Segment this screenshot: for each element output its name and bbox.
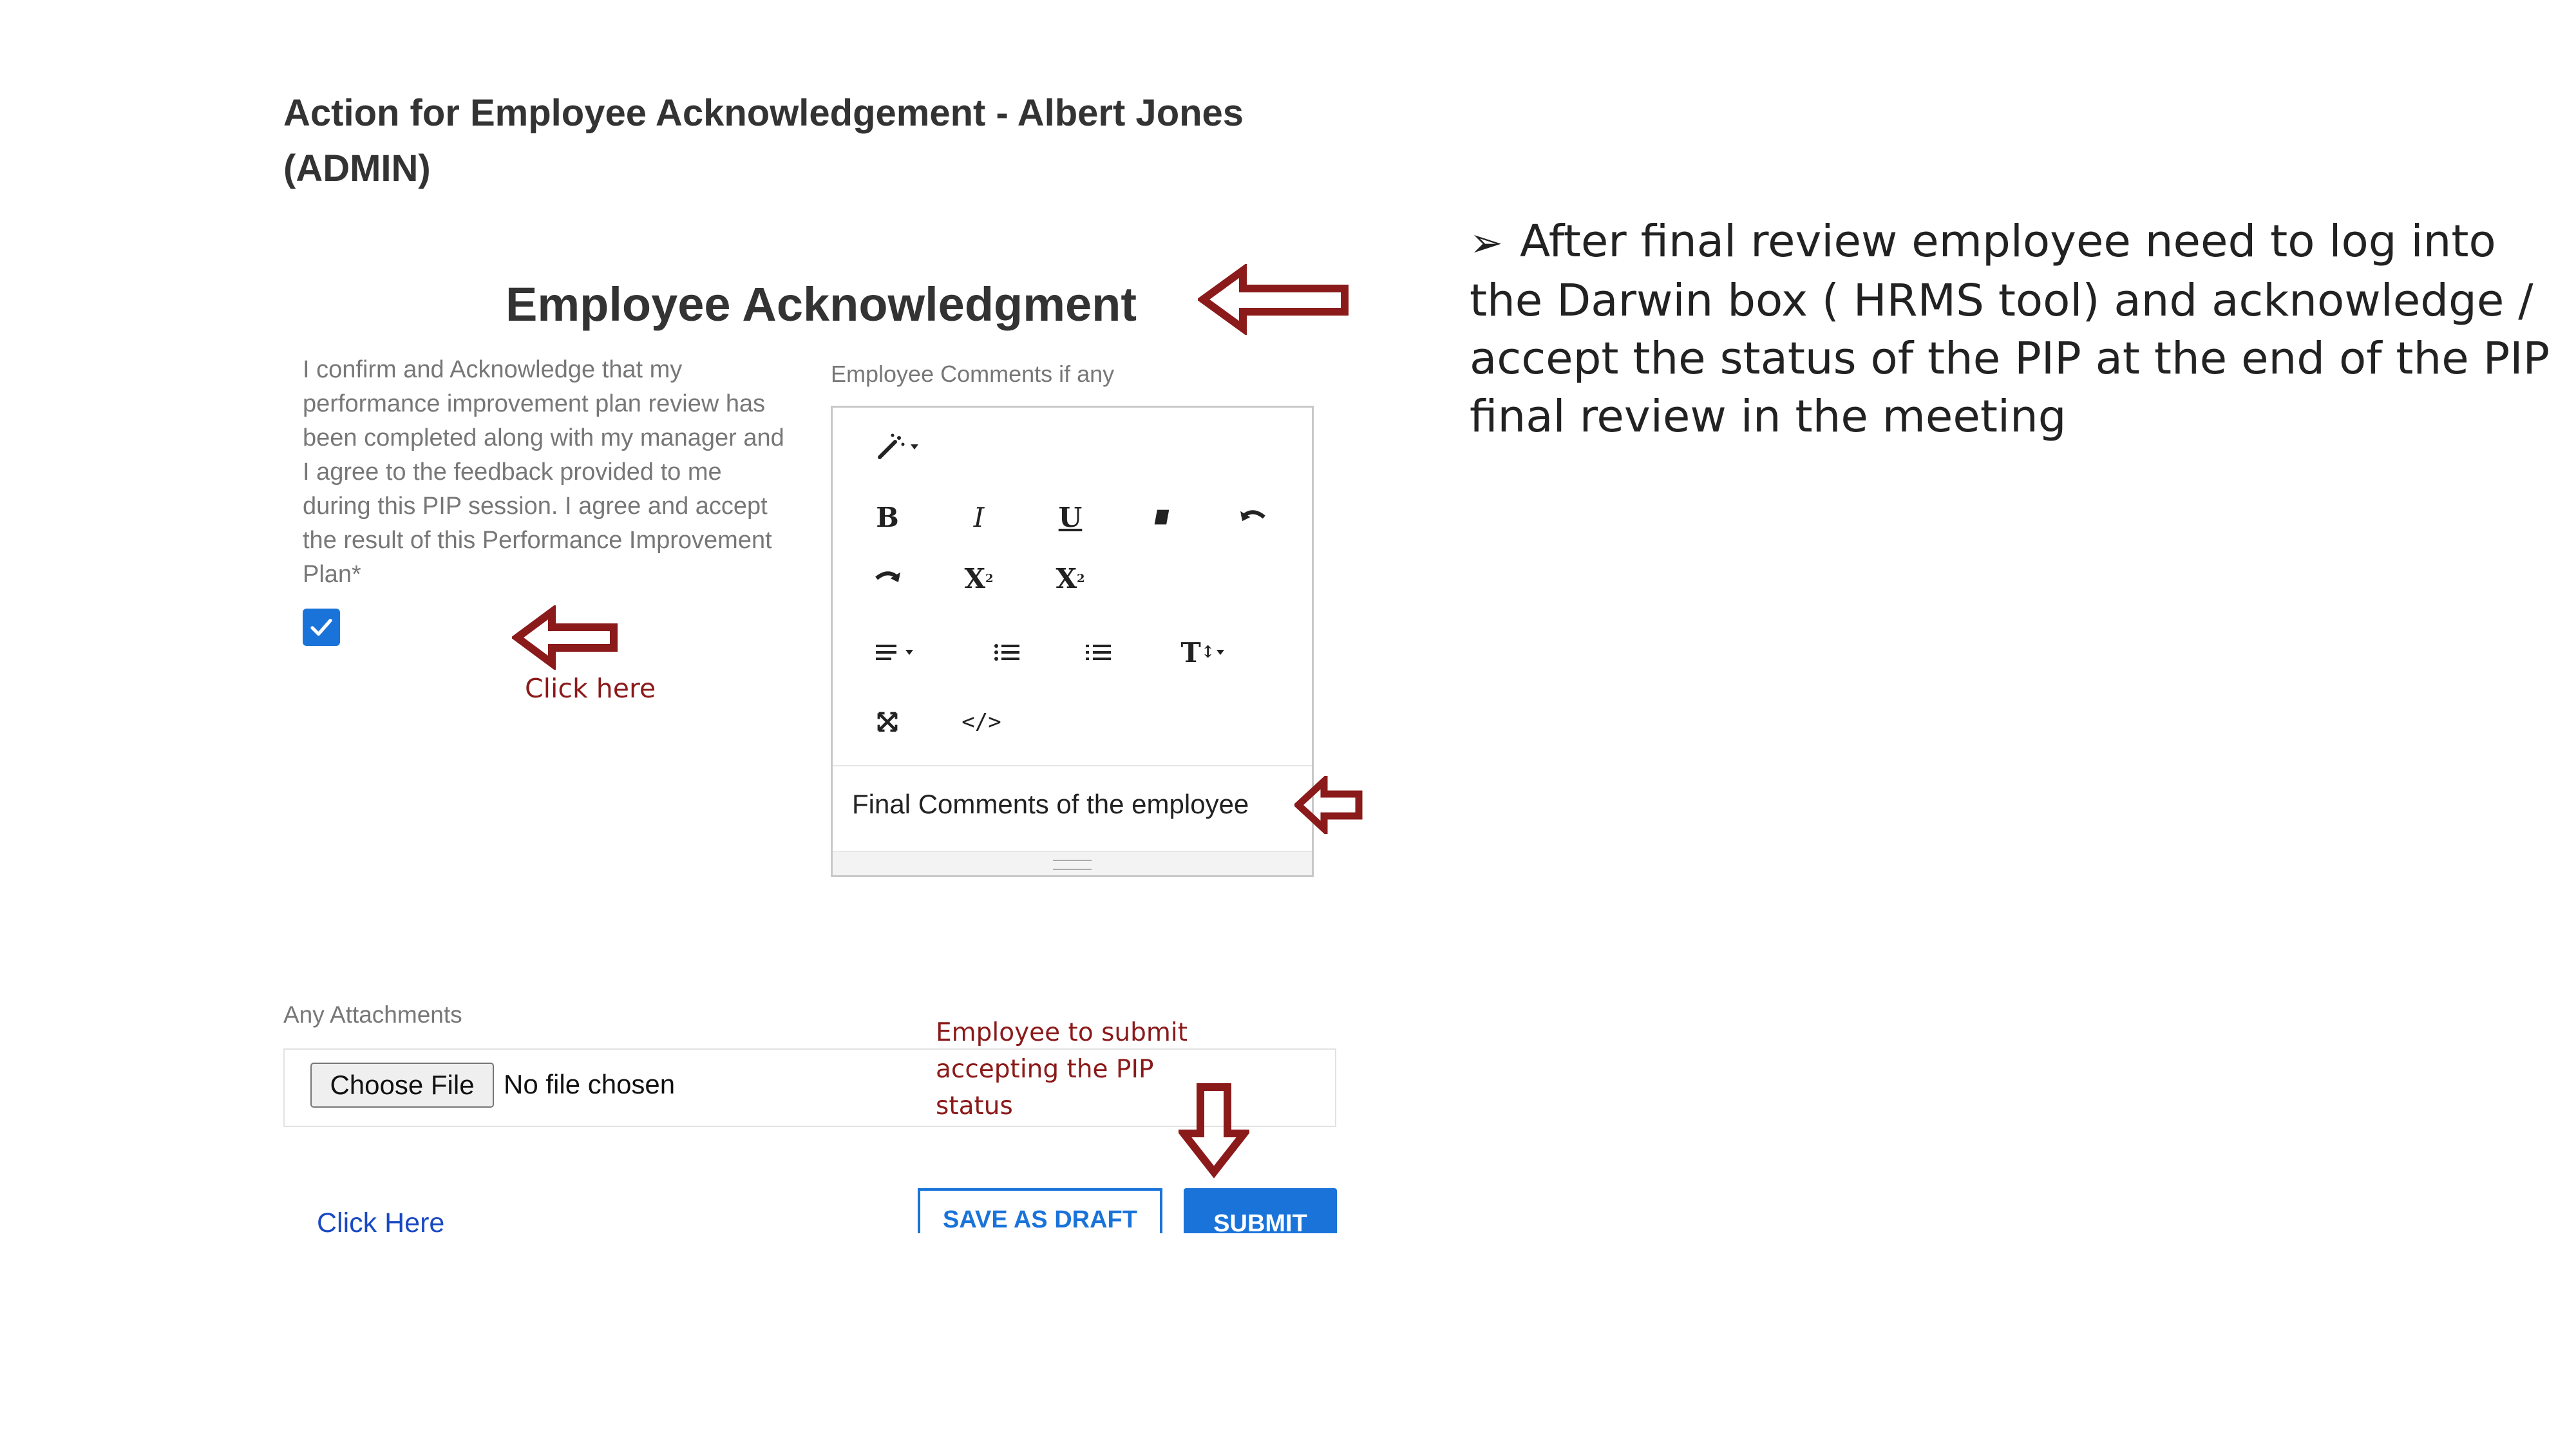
submit-button[interactable]: SUBMIT (1184, 1188, 1337, 1233)
redo-icon[interactable] (865, 559, 910, 598)
fullscreen-icon[interactable] (865, 703, 910, 741)
attachments-label: Any Attachments (283, 1001, 462, 1028)
page-title-line1: Action for Employee Acknowledgement - Al… (283, 92, 1244, 134)
arrow-bullet-icon: ➢ (1470, 219, 1503, 266)
comment-arrow-icon (1294, 776, 1363, 834)
editor-content-text: Final Comments of the employee (852, 789, 1249, 819)
editor-resize-handle[interactable] (833, 851, 1312, 875)
no-file-text: No file chosen (504, 1069, 676, 1099)
bold-button[interactable]: B (865, 498, 910, 536)
checkbox-arrow-icon (512, 605, 618, 670)
choose-file-button[interactable]: Choose File (310, 1063, 494, 1108)
instruction-bullet: ➢ After final review employee need to log… (1470, 213, 2576, 446)
subscript-button[interactable]: X2 (1048, 559, 1093, 598)
rich-text-editor[interactable]: B I U X2 X2 T ↕ </> Final Comments of the… (831, 406, 1314, 877)
code-view-icon[interactable]: </> (952, 703, 1010, 741)
eraser-icon[interactable] (1139, 498, 1184, 536)
grip-icon (1053, 860, 1092, 870)
page-title-line2: (ADMIN) (283, 147, 431, 189)
acknowledgement-text: I confirm and Acknowledge that my perfor… (303, 356, 784, 588)
editor-content-area[interactable]: Final Comments of the employee (833, 765, 1312, 850)
undo-icon[interactable] (1231, 498, 1276, 536)
click-here-link[interactable]: Click Here (317, 1208, 444, 1239)
save-as-draft-button[interactable]: SAVE AS DRAFT (918, 1188, 1162, 1233)
ordered-list-icon[interactable] (1076, 633, 1121, 672)
submit-arrow-icon (1179, 1083, 1249, 1179)
font-size-dropdown-icon[interactable]: T ↕ (1171, 633, 1235, 672)
magic-wand-icon[interactable] (868, 427, 933, 466)
instruction-text: After final review employee need to log … (1470, 216, 2550, 442)
click-here-annotation: Click here (525, 673, 656, 704)
unordered-list-icon[interactable] (985, 633, 1030, 672)
checkmark-icon (310, 618, 332, 636)
underline-button[interactable]: U (1048, 498, 1093, 536)
acknowledge-checkbox[interactable] (303, 609, 340, 646)
comments-label: Employee Comments if any (831, 361, 1115, 387)
italic-button[interactable]: I (956, 498, 1001, 536)
align-dropdown-icon[interactable] (868, 633, 926, 672)
superscript-button[interactable]: X2 (956, 559, 1001, 598)
section-heading: Employee Acknowledgment (506, 278, 1137, 331)
heading-arrow-icon (1198, 264, 1349, 335)
